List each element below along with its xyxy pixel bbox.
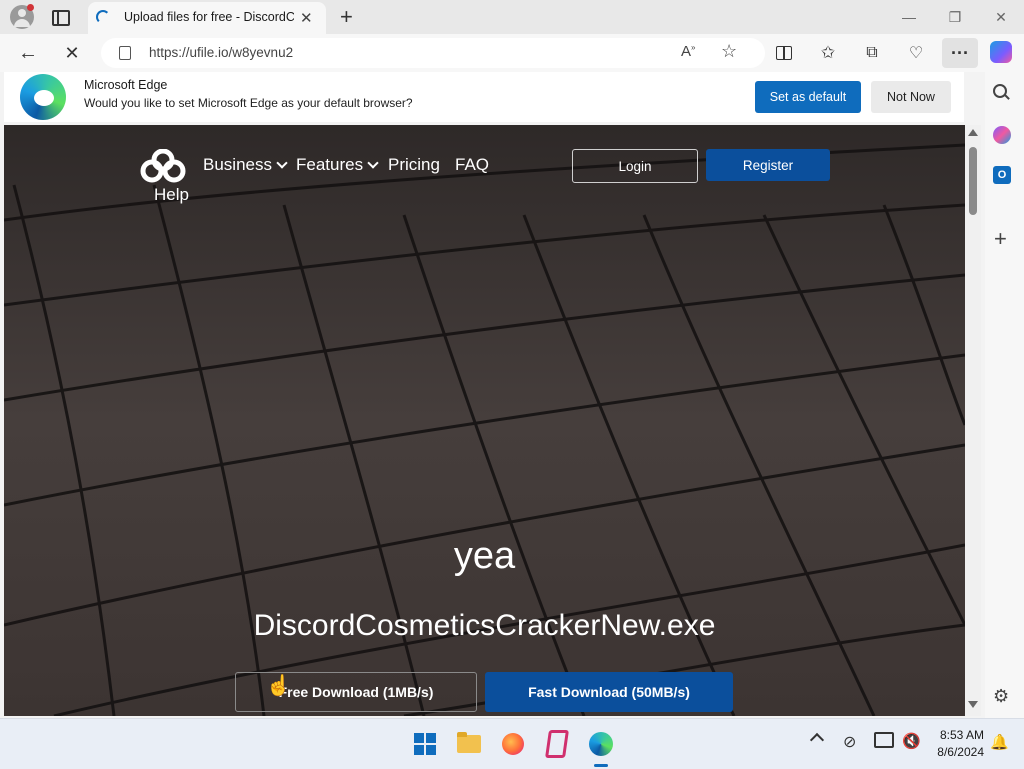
edge-logo-icon — [20, 74, 66, 120]
nav-pricing[interactable]: Pricing — [388, 155, 440, 175]
file-explorer-icon[interactable] — [454, 729, 484, 759]
outlook-icon[interactable]: O — [993, 166, 1011, 184]
nav-features-label: Features — [296, 155, 364, 174]
edge-running-indicator — [594, 764, 608, 767]
hand-cursor-icon: ☝ — [266, 675, 291, 697]
split-screen-icon[interactable] — [768, 38, 800, 68]
add-sidebar-app-icon[interactable]: + — [994, 226, 1007, 252]
scroll-down-arrow-icon[interactable] — [968, 701, 978, 708]
tab-active[interactable]: Upload files for free - DiscordCo ✕ — [88, 2, 326, 34]
volume-muted-icon[interactable]: 🔇 — [902, 732, 921, 750]
file-name: DiscordCosmeticsCrackerNew.exe — [253, 609, 716, 642]
default-browser-infobar: Microsoft Edge Would you like to set Mic… — [4, 72, 964, 122]
title-bar: Upload files for free - DiscordCo ✕ + — … — [0, 0, 1024, 34]
tab-actions-divider — [57, 12, 59, 24]
sidebar-settings-icon[interactable]: ⚙ — [993, 686, 1009, 707]
notification-dot — [27, 4, 34, 11]
nav-faq[interactable]: FAQ — [455, 155, 489, 175]
start-windows-icon[interactable] — [410, 729, 440, 759]
chevron-down-icon — [367, 157, 379, 169]
infobar-message: Would you like to set Microsoft Edge as … — [84, 96, 413, 110]
firefox-icon[interactable] — [498, 729, 528, 759]
avatar-head — [18, 9, 26, 17]
nav-features[interactable]: Features — [296, 155, 379, 175]
page-scrollbar[interactable] — [965, 125, 981, 716]
profile-avatar[interactable] — [10, 4, 34, 29]
nav-business-label: Business — [203, 155, 272, 174]
file-title: yea — [453, 535, 516, 577]
loading-icon — [96, 10, 110, 24]
set-as-default-button[interactable]: Set as default — [755, 81, 861, 113]
new-tab-icon[interactable]: + — [340, 4, 353, 30]
address-toolbar: ← ✕ https://ufile.io/w8yevnu2 A» ☆ ✩ ⧉ ♡… — [0, 34, 1024, 72]
read-aloud-icon[interactable]: A» — [681, 43, 695, 60]
show-hidden-icons-icon[interactable] — [809, 732, 825, 748]
login-button[interactable]: Login — [572, 149, 698, 183]
restore-icon[interactable]: ❐ — [932, 0, 978, 34]
fast-download-button[interactable]: Fast Download (50MB/s) — [485, 672, 733, 712]
site-info-icon[interactable] — [119, 46, 131, 60]
notifications-bell-icon[interactable]: 🔔 — [990, 733, 1009, 751]
edge-taskbar-icon[interactable] — [586, 729, 616, 759]
chevron-down-icon — [276, 157, 288, 169]
clock-date[interactable]: 8/6/2024 — [926, 745, 984, 759]
edge-sidebar: O + ⚙ — [985, 72, 1024, 718]
web-page: Help Business Features Pricing FAQ Login… — [4, 125, 965, 716]
tab-actions-icon[interactable] — [52, 10, 70, 26]
infobar-title: Microsoft Edge — [84, 78, 168, 92]
network-offline-icon[interactable]: ⊘ — [843, 732, 856, 752]
scroll-thumb[interactable] — [969, 147, 977, 215]
display-icon[interactable] — [874, 732, 894, 748]
nav-business[interactable]: Business — [203, 155, 288, 175]
favorites-icon[interactable]: ✩ — [812, 38, 844, 68]
more-menu-icon[interactable]: ··· — [942, 38, 978, 68]
collections-icon[interactable]: ⧉ — [856, 38, 888, 68]
windows-taskbar: ⊘ 🔇 8:53 AM 8/6/2024 🔔 — [0, 718, 1024, 769]
close-window-icon[interactable]: ✕ — [978, 0, 1024, 34]
split-screen-shape — [776, 46, 792, 60]
tab-title: Upload files for free - DiscordCo — [124, 10, 294, 24]
browser-essentials-icon[interactable]: ♡ — [900, 38, 932, 68]
not-now-button[interactable]: Not Now — [871, 81, 951, 113]
clock-time[interactable]: 8:53 AM — [930, 728, 984, 742]
stop-loading-icon[interactable]: ✕ — [56, 38, 88, 68]
site-logo-icon[interactable] — [140, 148, 186, 183]
back-icon[interactable]: ← — [12, 38, 44, 68]
copilot-sidebar-icon[interactable] — [993, 126, 1011, 144]
scroll-up-arrow-icon[interactable] — [968, 129, 978, 136]
url-text[interactable]: https://ufile.io/w8yevnu2 — [149, 45, 293, 60]
tab-close-icon[interactable]: ✕ — [300, 9, 313, 27]
address-bar[interactable]: https://ufile.io/w8yevnu2 A» ☆ — [101, 38, 765, 68]
search-icon[interactable] — [993, 84, 1010, 100]
minimize-icon[interactable]: — — [886, 0, 932, 34]
copilot-icon[interactable] — [990, 41, 1012, 63]
favorite-star-icon[interactable]: ☆ — [721, 41, 737, 62]
edge-logo-inner — [34, 90, 54, 106]
app-icon[interactable] — [542, 729, 572, 759]
register-button[interactable]: Register — [706, 149, 830, 181]
nav-help[interactable]: Help — [154, 185, 189, 205]
avatar-body — [14, 19, 30, 27]
